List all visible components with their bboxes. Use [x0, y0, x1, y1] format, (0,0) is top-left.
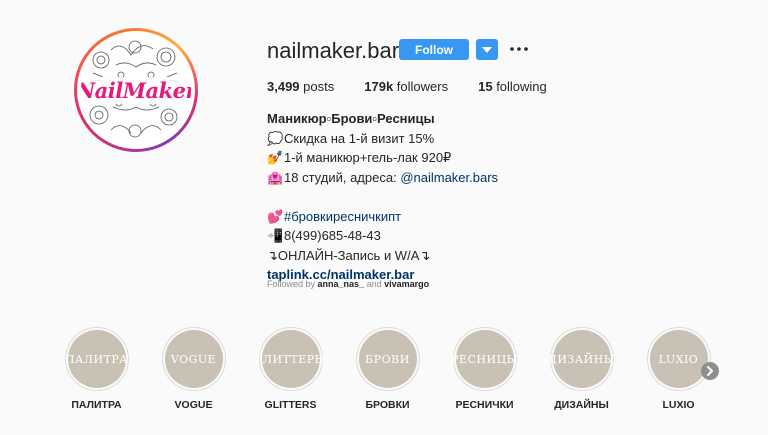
highlight-label: ПАЛИТРА — [71, 399, 122, 411]
bio-line: 📲8(499)685-48-43 — [267, 226, 587, 246]
profile-avatar[interactable]: NailMaker — [74, 28, 198, 152]
arrow-down-icon: ↴ — [419, 247, 431, 263]
bio-spacer — [267, 187, 587, 207]
highlight-item[interactable]: ГЛИТТЕРЫ GLITTERS — [242, 327, 339, 411]
bio-studios-text: 18 студий, адреса: — [284, 169, 401, 185]
highlight-ring: ПАЛИТРА — [64, 327, 129, 391]
chevron-right-icon — [707, 366, 713, 376]
highlight-cover: ДИЗАЙНЫ — [548, 330, 615, 388]
more-dots-icon — [510, 47, 528, 51]
highlight-ring: ДИЗАЙНЫ — [548, 327, 615, 391]
highlight-ring: РЕСНИЦЫ — [451, 327, 517, 391]
highlight-ring: VOGUE — [161, 327, 226, 391]
story-highlights: ПАЛИТРА ПАЛИТРА VOGUE VOGUE ГЛИТТЕРЫ GLI… — [48, 327, 727, 411]
posts-count: 3,499 — [267, 79, 300, 94]
bio-line: 💅1-й маникюр+гель-лак 920₽ — [267, 148, 587, 168]
highlight-ring: ГЛИТТЕРЫ — [255, 327, 326, 391]
followed-by-prefix: Followed by — [267, 279, 318, 289]
highlight-cover: ПАЛИТРА — [65, 330, 128, 388]
bio-price-text: 1-й маникюр+гель-лак 920₽ — [284, 150, 452, 165]
avatar-logo: NailMaker — [81, 35, 191, 145]
highlight-label: VOGUE — [174, 399, 213, 411]
bio-discount-text: Скидка на 1-й визит 15% — [284, 130, 435, 146]
bio-line: ↴ОНЛАЙН-Запись и W/A↴ — [267, 246, 587, 266]
suggested-dropdown-button[interactable] — [476, 39, 498, 60]
bio-line: 💭Скидка на 1-й визит 15% — [267, 129, 587, 149]
highlight-label: ДИЗАЙНЫ — [554, 399, 609, 411]
posts-stat: 3,499 posts — [267, 79, 334, 94]
highlight-cover: БРОВИ — [358, 330, 417, 388]
followed-by: Followed by anna_nas_ and vivamargo — [267, 279, 429, 289]
highlight-label: РЕСНИЧКИ — [455, 399, 514, 411]
brand-logo-text: NailMaker — [81, 76, 191, 104]
highlight-label: GLITTERS — [264, 399, 317, 411]
highlight-item[interactable]: VOGUE VOGUE — [145, 327, 242, 411]
highlight-ring: LUXIO — [646, 327, 711, 391]
following-stat[interactable]: 15 following — [478, 79, 547, 94]
more-options-button[interactable] — [509, 39, 529, 59]
bio-line: 🏩18 студий, адреса: @nailmaker.bars — [267, 168, 587, 188]
bio-line: 💕#бровкиресничкипт — [267, 207, 587, 227]
highlight-ring: БРОВИ — [355, 327, 420, 391]
highlight-item[interactable]: ДИЗАЙНЫ ДИЗАЙНЫ — [533, 327, 630, 411]
following-count: 15 — [478, 79, 493, 94]
highlight-cover: LUXIO — [649, 330, 708, 388]
followers-count: 179k — [364, 79, 394, 94]
heart-icon: 💕 — [267, 208, 284, 224]
followed-by-sep: and — [364, 279, 385, 289]
highlight-item[interactable]: ПАЛИТРА ПАЛИТРА — [48, 327, 145, 411]
follow-button[interactable]: Follow — [399, 39, 469, 60]
posts-label: posts — [303, 79, 335, 94]
highlight-cover: РЕСНИЦЫ — [451, 330, 517, 388]
arrow-down-icon: ↴ — [267, 247, 278, 263]
chevron-down-icon — [482, 46, 492, 53]
highlight-label: БРОВКИ — [365, 399, 410, 411]
bio-booking-text: ОНЛАЙН-Запись и W/A — [277, 247, 420, 263]
highlight-label: LUXIO — [662, 399, 695, 411]
highlights-next-button[interactable] — [701, 362, 719, 380]
followers-label: followers — [396, 79, 449, 94]
building-icon: 🏩 — [267, 169, 284, 185]
profile-stats: 3,499 posts 179k followers 15 following — [267, 79, 577, 94]
phone-icon: 📲 — [267, 228, 284, 243]
highlight-cover: VOGUE — [164, 330, 223, 388]
bio-name: Маникюр▫Брови▫Ресницы — [267, 111, 435, 126]
nail-polish-icon: 💅 — [267, 150, 284, 165]
profile-bio: Маникюр▫Брови▫Ресницы 💭Скидка на 1-й виз… — [267, 109, 587, 285]
followed-by-user[interactable]: vivamargo — [384, 279, 429, 289]
bio-hashtag-link[interactable]: #бровкиресничкипт — [284, 209, 401, 224]
profile-username: nailmaker.bar — [267, 38, 400, 63]
followed-by-user[interactable]: anna_nas_ — [318, 279, 365, 289]
highlight-cover: ГЛИТТЕРЫ — [255, 330, 326, 388]
bio-mention-link[interactable]: @nailmaker.bars — [400, 170, 498, 185]
bio-phone-text: 8(499)685-48-43 — [284, 228, 381, 243]
avatar-ring: NailMaker — [77, 31, 195, 149]
following-label: following — [496, 79, 547, 94]
highlight-item[interactable]: БРОВИ БРОВКИ — [339, 327, 436, 411]
speech-bubble-icon: 💭 — [267, 130, 284, 146]
followers-stat[interactable]: 179k followers — [364, 79, 448, 94]
highlight-item[interactable]: РЕСНИЦЫ РЕСНИЧКИ — [436, 327, 533, 411]
